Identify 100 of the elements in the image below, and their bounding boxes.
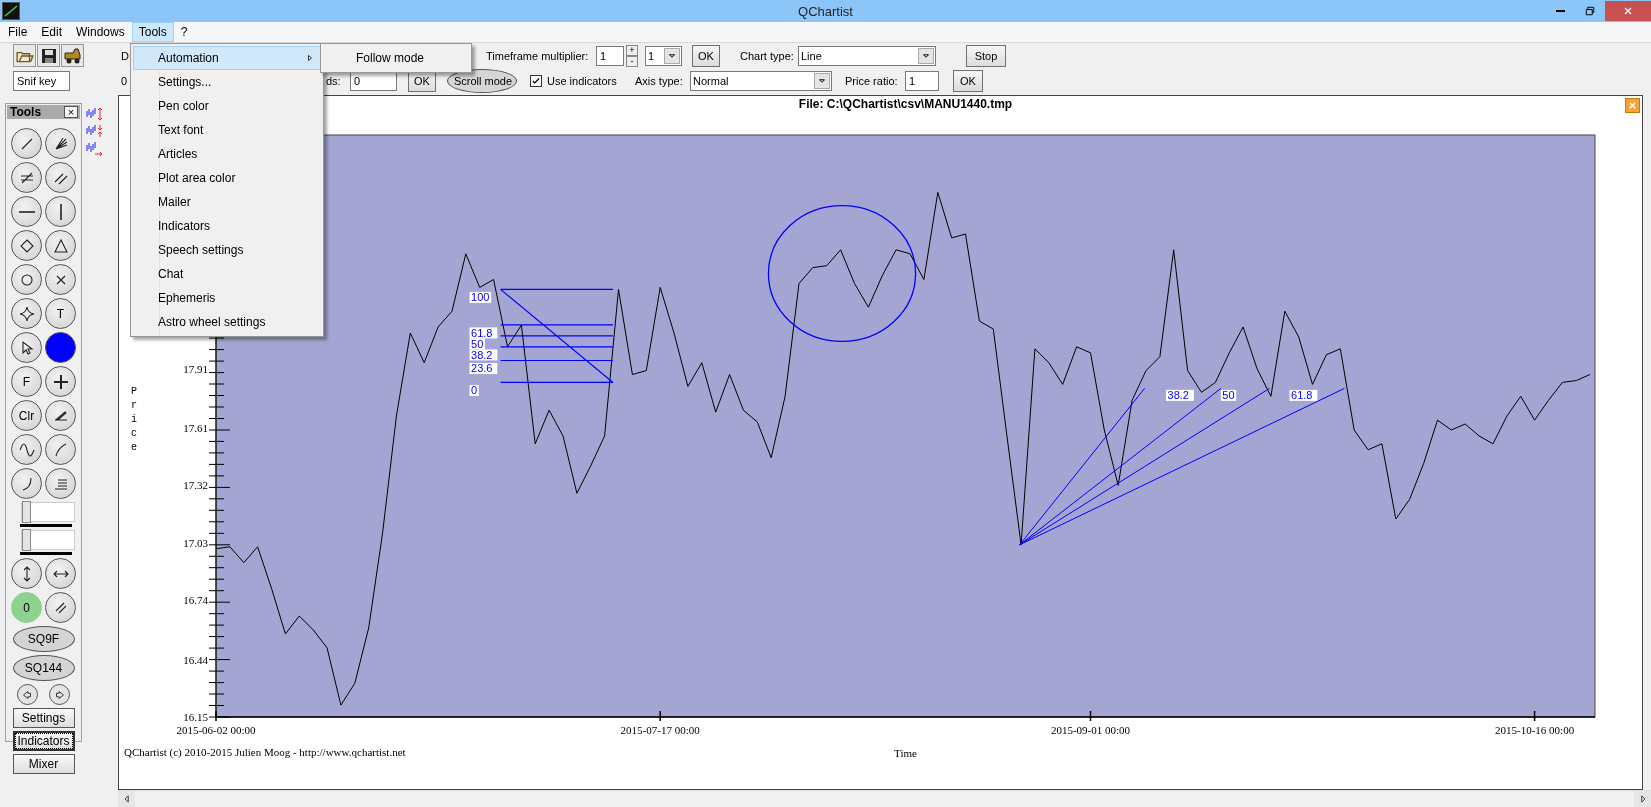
star-tool-button[interactable] <box>11 298 42 329</box>
horizontal-line-tool-button[interactable] <box>11 196 42 227</box>
arc-icon <box>52 441 69 458</box>
truck-icon <box>63 46 82 65</box>
text-field[interactable]: Snif key <box>13 70 70 91</box>
dropdown-value: Line <box>801 49 822 62</box>
axis-label: 16.44 <box>183 653 208 666</box>
menu-item[interactable]: Plot area color <box>133 166 321 190</box>
annotation: 38.2 <box>1167 389 1189 402</box>
menu-item[interactable]: Edit <box>34 22 70 42</box>
tool-button[interactable]: SQ9F <box>12 626 75 652</box>
horizontal-arrow-tool-button[interactable] <box>45 558 76 589</box>
check-icon <box>531 75 541 86</box>
tool-button[interactable]: Clr <box>11 400 42 431</box>
open-button[interactable] <box>13 44 36 67</box>
menu-item[interactable]: Astro wheel settings <box>133 310 321 334</box>
plus-tool-button[interactable] <box>45 366 76 397</box>
curve-tool-button[interactable] <box>11 468 42 499</box>
spin-up-button[interactable]: + <box>626 44 638 56</box>
ok-button[interactable]: OK <box>692 44 720 67</box>
vertical-line-icon <box>59 203 62 220</box>
dropdown[interactable]: Normal <box>690 70 832 91</box>
save-button[interactable] <box>37 44 60 67</box>
slider[interactable] <box>20 502 75 522</box>
fan-tool-button[interactable] <box>45 128 76 159</box>
submenu-arrow-icon <box>306 54 314 62</box>
field-label: Timeframe multiplier: <box>486 49 589 62</box>
menu-item[interactable]: Settings... <box>133 70 321 94</box>
menu-item[interactable]: Indicators <box>133 214 321 238</box>
diamond-tool-button[interactable] <box>11 230 42 261</box>
cross-tool-button[interactable] <box>45 264 76 295</box>
spin-down-button[interactable]: - <box>626 55 638 67</box>
menu-item[interactable]: File <box>1 22 35 42</box>
panel-button[interactable]: Settings <box>12 708 75 728</box>
level-label: 100 <box>469 291 492 304</box>
scroll-right-button[interactable] <box>1634 791 1651 807</box>
level-label: 50 <box>469 337 485 350</box>
slider-thumb[interactable] <box>21 529 31 551</box>
text-field[interactable]: 1 <box>596 45 624 66</box>
tool-button[interactable]: SQ144 <box>12 655 75 681</box>
dropdown-value: Normal <box>693 74 729 87</box>
triangle-tool-button[interactable] <box>45 230 76 261</box>
panel-button[interactable]: Mixer <box>12 754 75 774</box>
menu-item[interactable]: Articles <box>133 142 321 166</box>
menu-item[interactable]: Speech settings <box>133 238 321 262</box>
ok-button[interactable]: OK <box>953 69 983 92</box>
arrow-button[interactable] <box>16 684 38 705</box>
minimize-icon <box>1555 10 1565 12</box>
scroll-left-button[interactable] <box>118 791 135 807</box>
ok-button[interactable]: Stop <box>966 44 1006 67</box>
bars-arrows-icon[interactable] <box>86 124 104 139</box>
menu-item[interactable]: Tools <box>131 22 174 42</box>
menu-item[interactable]: Mailer <box>133 190 321 214</box>
close-button[interactable]: × <box>64 106 78 118</box>
checkbox[interactable] <box>530 74 542 87</box>
menu-item[interactable]: Text font <box>133 118 321 142</box>
pen-tool-button[interactable] <box>45 400 76 431</box>
sine-tool-button[interactable] <box>11 434 42 465</box>
menu-item[interactable]: Chat <box>133 262 321 286</box>
slider[interactable] <box>20 530 75 550</box>
slider-thumb[interactable] <box>21 501 31 523</box>
dropdown[interactable]: 1 <box>645 45 682 66</box>
close-button[interactable] <box>1625 98 1640 113</box>
star-icon <box>18 305 35 322</box>
menu-item[interactable]: Windows <box>69 22 132 42</box>
menu-item[interactable]: Pen color <box>133 94 321 118</box>
arrow-button[interactable] <box>49 684 71 705</box>
bars-right-arrow-icon[interactable] <box>86 141 104 156</box>
menu-item[interactable]: Automation <box>133 46 321 70</box>
axis-label: 17.91 <box>183 362 208 375</box>
copyright-text: QChartist (c) 2010-2015 Julien Moog - http://www.qchartist.net <box>124 746 406 758</box>
vertical-arrow-tool-button[interactable] <box>11 558 42 589</box>
channel-tool-button[interactable] <box>11 162 42 193</box>
circle-tool-button[interactable] <box>11 264 42 295</box>
field-label: Chart type: <box>740 49 794 62</box>
bars-vertical-arrow-icon[interactable] <box>86 107 104 122</box>
line-tool-button[interactable] <box>11 128 42 159</box>
dropdown[interactable]: Line <box>798 45 936 66</box>
app-icon <box>2 2 20 20</box>
tool-button[interactable]: T <box>45 298 76 329</box>
text-field[interactable]: 1 <box>905 70 939 91</box>
mode-button[interactable]: Scroll mode <box>447 68 517 93</box>
color-button[interactable] <box>45 332 76 363</box>
truck-button[interactable] <box>61 44 84 67</box>
menu-item[interactable]: Ephemeris <box>133 286 321 310</box>
vertical-line-tool-button[interactable] <box>45 196 76 227</box>
cursor-tool-button[interactable] <box>11 332 42 363</box>
tool-button[interactable]: F <box>11 366 42 397</box>
annotation: 61.8 <box>1291 389 1313 402</box>
arc-tool-button[interactable] <box>45 434 76 465</box>
menu-item[interactable]: Follow mode <box>323 46 469 70</box>
tool-button[interactable]: 0 <box>11 592 42 623</box>
list-tool-button[interactable] <box>45 468 76 499</box>
axis-label: 16.15 <box>183 711 208 723</box>
axis-label: 17.03 <box>183 536 208 549</box>
menu-item[interactable]: ? <box>173 22 195 42</box>
slashes-tool-button[interactable] <box>45 592 76 623</box>
parallel-lines-tool-button[interactable] <box>45 162 76 193</box>
panel-button[interactable]: Indicators <box>12 731 75 751</box>
axis-label: 17.61 <box>183 422 208 434</box>
